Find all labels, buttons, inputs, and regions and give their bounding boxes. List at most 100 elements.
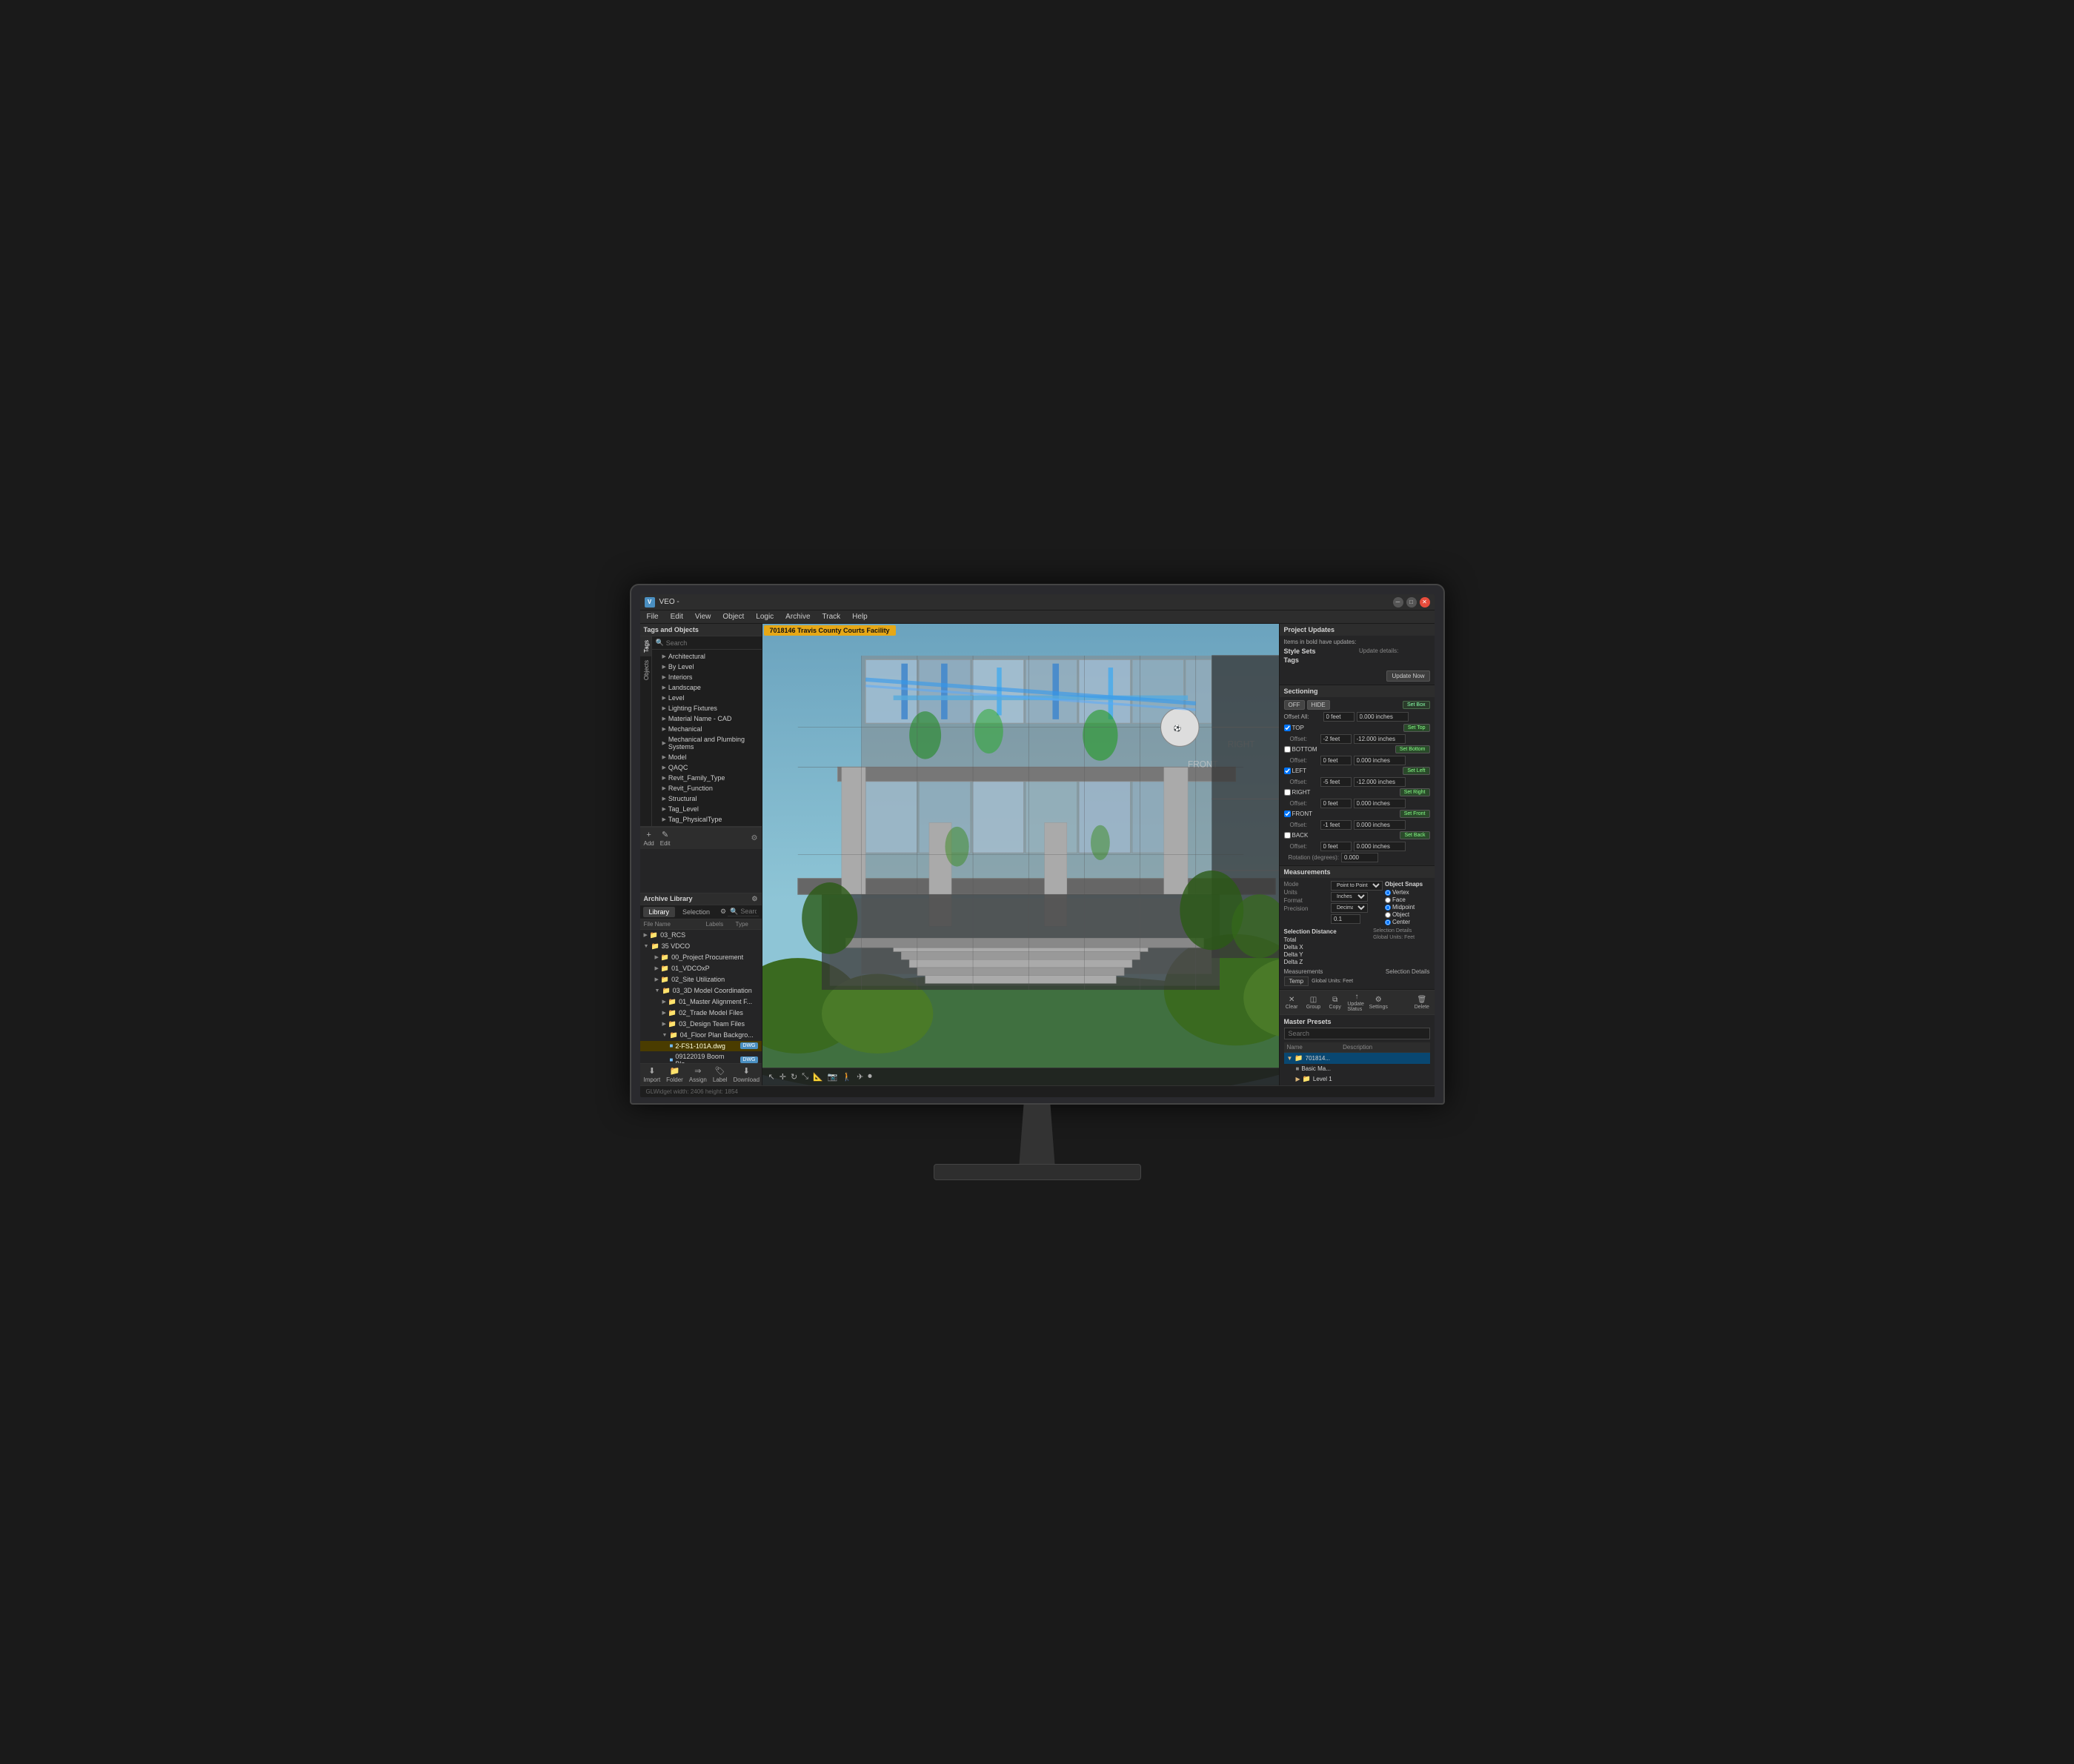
tree-item-revit-family[interactable]: ▶ Revit_Family_Type xyxy=(652,773,762,783)
set-left-button[interactable]: Set Left xyxy=(1403,767,1429,775)
menu-track[interactable]: Track xyxy=(820,613,843,621)
list-item[interactable]: ■ 09122019 Boom Blo... DWG xyxy=(640,1051,762,1063)
section-off-button[interactable]: OFF xyxy=(1284,700,1305,710)
tree-item-lighting[interactable]: ▶ Lighting Fixtures xyxy=(652,703,762,713)
center-radio[interactable] xyxy=(1385,919,1391,925)
units-select[interactable]: Inches xyxy=(1331,892,1368,902)
close-button[interactable]: ✕ xyxy=(1420,597,1430,608)
preset-item[interactable]: ■ Basic Ma... xyxy=(1293,1064,1430,1074)
preset-item[interactable]: ▶ 📁 Level 1 xyxy=(1293,1074,1430,1085)
label-button[interactable]: 🏷 Label xyxy=(713,1066,728,1083)
tree-item-architectural[interactable]: ▶ Architectural xyxy=(652,651,762,662)
toolbar-delete-button[interactable]: 🗑 Delete xyxy=(1412,996,1431,1010)
archive-search-input[interactable] xyxy=(740,908,756,915)
list-item[interactable]: ▶ 📁 03_Design Team Files xyxy=(640,1019,762,1030)
mode-select[interactable]: Point to Point xyxy=(1331,881,1383,891)
tree-item-qaqc[interactable]: ▶ QAQC xyxy=(652,762,762,773)
menu-file[interactable]: File xyxy=(645,613,661,621)
tree-item-level[interactable]: ▶ Level xyxy=(652,693,762,703)
vertex-radio[interactable] xyxy=(1385,890,1391,896)
edit-button[interactable]: ✎ Edit xyxy=(660,830,671,847)
set-front-button[interactable]: Set Front xyxy=(1400,810,1430,818)
tree-item-interiors[interactable]: ▶ Interiors xyxy=(652,672,762,682)
front-offset-feet[interactable] xyxy=(1320,820,1352,830)
tab-library[interactable]: Library xyxy=(643,907,676,917)
archive-settings-icon[interactable]: ⚙ xyxy=(751,895,757,903)
set-right-button[interactable]: Set Right xyxy=(1400,788,1430,796)
camera-tool[interactable]: 📷 xyxy=(828,1072,838,1082)
left-offset-inches[interactable] xyxy=(1354,777,1406,787)
import-button[interactable]: ⬇ Import xyxy=(644,1066,661,1083)
settings-button[interactable]: ⚙ Settings xyxy=(1369,996,1388,1010)
right-offset-inches[interactable] xyxy=(1354,799,1406,808)
list-item[interactable]: ▼ 📁 03_3D Model Coordination xyxy=(640,985,762,996)
tab-selection[interactable]: Selection xyxy=(677,907,716,917)
menu-edit[interactable]: Edit xyxy=(668,613,685,621)
menu-archive[interactable]: Archive xyxy=(783,613,812,621)
object-radio[interactable] xyxy=(1385,912,1391,918)
move-tool[interactable]: ✛ xyxy=(780,1072,786,1082)
tags-search-input[interactable] xyxy=(666,639,758,647)
list-item[interactable]: ▶ 📁 03_RCS xyxy=(640,930,762,941)
list-item[interactable]: ▶ 📁 01_Master Alignment F... xyxy=(640,996,762,1008)
group-button[interactable]: ◫ Group xyxy=(1304,996,1323,1010)
list-item[interactable]: ▼ 📁 35 VDCO xyxy=(640,941,762,952)
front-checkbox[interactable] xyxy=(1284,811,1291,817)
face-radio[interactable] xyxy=(1385,897,1391,903)
menu-logic[interactable]: Logic xyxy=(754,613,776,621)
list-item[interactable]: ▶ 📁 00_Project Procurement xyxy=(640,952,762,963)
filter-icon[interactable]: ⚙ xyxy=(720,908,726,916)
tree-item-structural[interactable]: ▶ Structural xyxy=(652,793,762,804)
tree-item-landscape[interactable]: ▶ Landscape xyxy=(652,682,762,693)
section-hide-button[interactable]: HIDE xyxy=(1307,700,1330,710)
back-checkbox[interactable] xyxy=(1284,832,1291,839)
top-offset-inches[interactable] xyxy=(1354,734,1406,744)
preset-item[interactable]: ▼ 📁 701814... xyxy=(1284,1053,1430,1064)
update-now-button[interactable]: Update Now xyxy=(1386,670,1429,682)
tree-item-tag-physical[interactable]: ▶ Tag_PhysicalType xyxy=(652,814,762,825)
maximize-button[interactable]: □ xyxy=(1406,597,1417,608)
list-item[interactable]: ▶ 📁 02_Site Utilization xyxy=(640,974,762,985)
add-button[interactable]: + Add xyxy=(644,831,654,847)
vtab-tags[interactable]: Tags xyxy=(640,636,651,656)
measure-tool[interactable]: 📐 xyxy=(813,1072,823,1082)
menu-view[interactable]: View xyxy=(693,613,714,621)
presets-search-input[interactable] xyxy=(1284,1028,1430,1039)
fly-tool[interactable]: ✈ xyxy=(857,1072,863,1082)
assign-button[interactable]: ⇒ Assign xyxy=(689,1066,707,1083)
minimize-button[interactable]: ─ xyxy=(1393,597,1403,608)
top-checkbox[interactable] xyxy=(1284,725,1291,731)
front-offset-inches[interactable] xyxy=(1354,820,1406,830)
scale-tool[interactable]: ⤡ xyxy=(802,1072,808,1082)
record-tool[interactable]: ⏺ xyxy=(868,1072,872,1082)
rotation-input[interactable] xyxy=(1341,853,1378,862)
left-checkbox[interactable] xyxy=(1284,768,1291,774)
midpoint-radio[interactable] xyxy=(1385,905,1391,911)
list-item[interactable]: ▶ 📁 02_Trade Model Files xyxy=(640,1008,762,1019)
list-item[interactable]: ▼ 📁 04_Floor Plan Backgro... xyxy=(640,1030,762,1041)
tree-item-material[interactable]: ▶ Material Name - CAD xyxy=(652,713,762,724)
list-item[interactable]: ▶ 📁 01_VDCOxP xyxy=(640,963,762,974)
offset-all-feet-input[interactable] xyxy=(1323,712,1355,722)
right-checkbox[interactable] xyxy=(1284,789,1291,796)
folder-button[interactable]: 📁 Folder xyxy=(666,1066,683,1083)
tree-item-revit-function[interactable]: ▶ Revit_Function xyxy=(652,783,762,793)
set-top-button[interactable]: Set Top xyxy=(1403,724,1430,732)
pointer-tool[interactable]: ↖ xyxy=(768,1072,775,1082)
rotate-tool[interactable]: ↻ xyxy=(791,1072,797,1082)
tree-item-mechanical[interactable]: ▶ Mechanical xyxy=(652,724,762,734)
update-status-button[interactable]: ↑ Update Status xyxy=(1347,993,1366,1012)
vtab-objects[interactable]: Objects xyxy=(640,656,651,684)
menu-help[interactable]: Help xyxy=(850,613,870,621)
set-box-button[interactable]: Set Box xyxy=(1403,701,1430,709)
tree-item-tag-level[interactable]: ▶ Tag_Level xyxy=(652,804,762,814)
back-offset-inches[interactable] xyxy=(1354,842,1406,851)
left-offset-feet[interactable] xyxy=(1320,777,1352,787)
format-select[interactable]: Decimal xyxy=(1331,903,1368,913)
viewport[interactable]: 7018146 Travis County Courts Facility xyxy=(762,624,1279,1085)
bottom-offset-inches[interactable] xyxy=(1354,756,1406,765)
tree-item-bylevel[interactable]: ▶ By Level xyxy=(652,662,762,672)
copy-button[interactable]: ⧉ Copy xyxy=(1326,996,1344,1010)
menu-object[interactable]: Object xyxy=(720,613,746,621)
set-back-button[interactable]: Set Back xyxy=(1400,831,1429,839)
